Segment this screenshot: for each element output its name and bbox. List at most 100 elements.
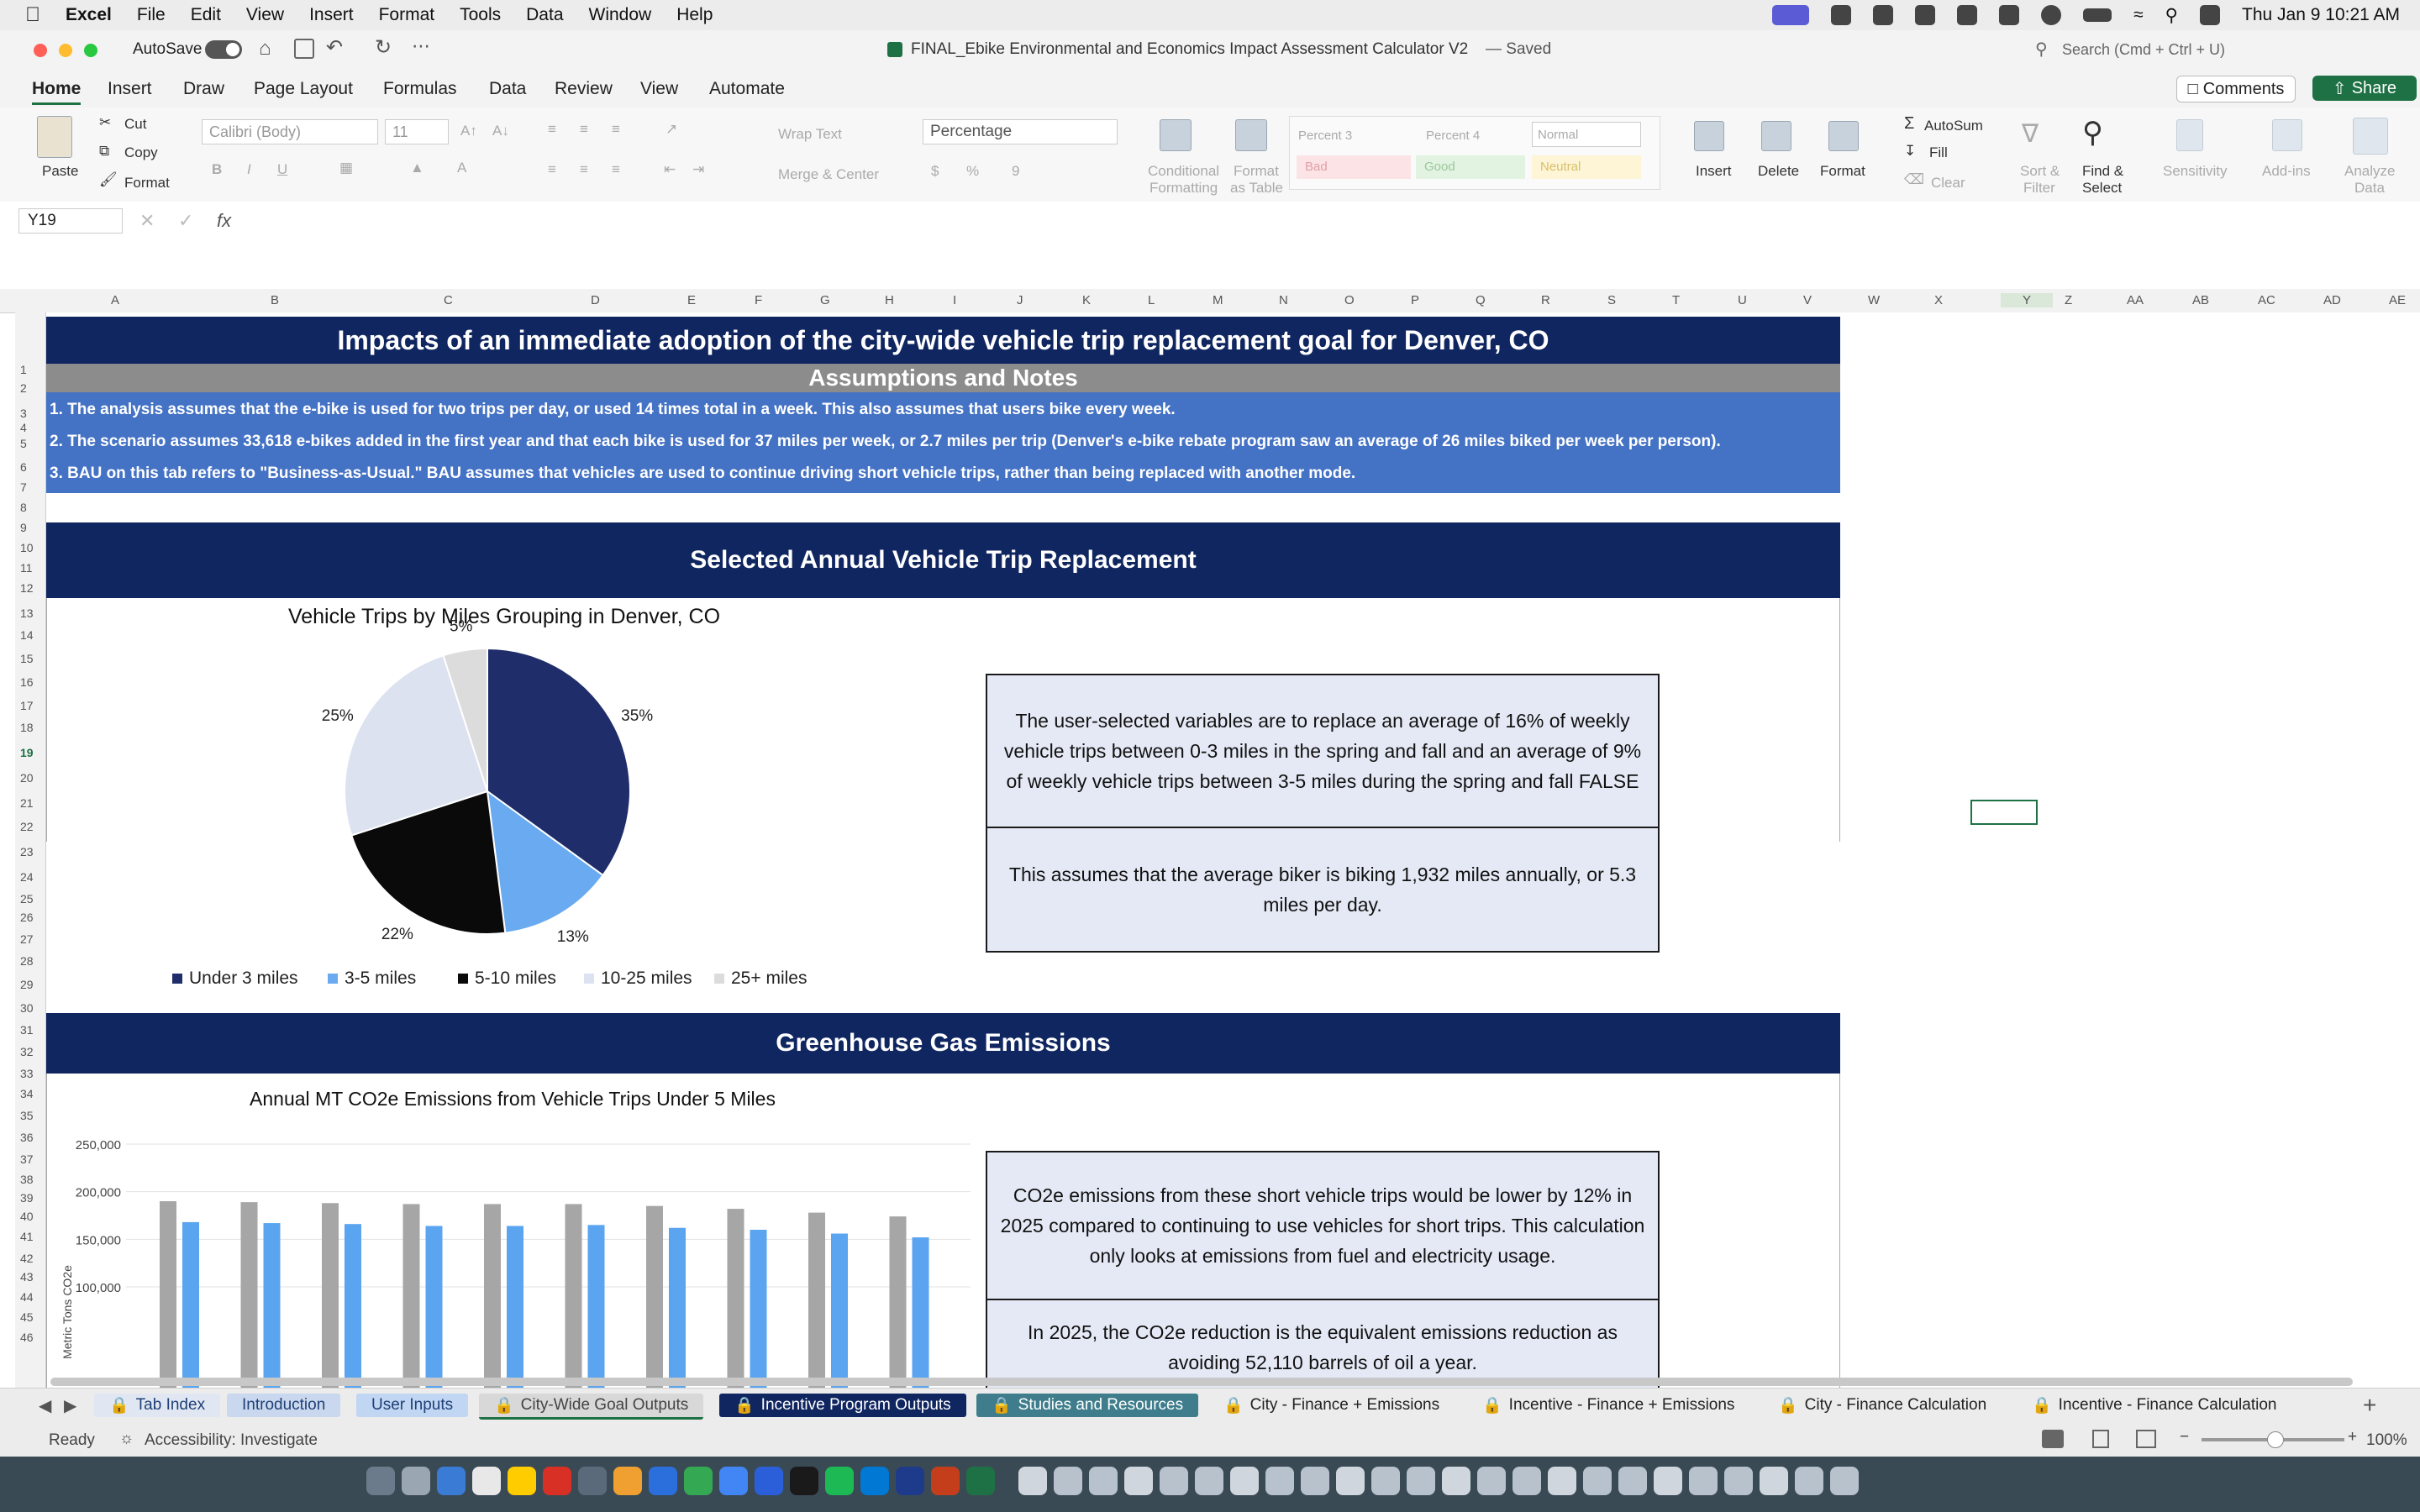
column-header[interactable]: L bbox=[1148, 293, 1155, 307]
screen-share-icon[interactable] bbox=[1772, 5, 1810, 25]
bar[interactable] bbox=[322, 1203, 339, 1388]
home-icon[interactable]: ⌂ bbox=[259, 37, 271, 60]
dock-window-thumbnail-icon[interactable] bbox=[1830, 1467, 1859, 1495]
number-format-dropdown[interactable]: Percentage bbox=[923, 119, 1118, 144]
sheet-tab-tab-index[interactable]: 🔒 Tab Index bbox=[94, 1394, 221, 1417]
paste-icon[interactable] bbox=[37, 116, 72, 158]
dock-window-thumbnail-icon[interactable] bbox=[1160, 1467, 1188, 1495]
row-header[interactable]: 5 bbox=[20, 437, 27, 450]
control-center-icon[interactable] bbox=[2200, 5, 2221, 25]
row-header[interactable]: 36 bbox=[20, 1131, 34, 1144]
row-header[interactable]: 35 bbox=[20, 1109, 34, 1122]
column-header[interactable]: J bbox=[1017, 293, 1023, 307]
legend-entry[interactable]: 3-5 miles bbox=[345, 969, 416, 988]
font-color-icon[interactable]: A bbox=[457, 160, 466, 176]
powerpoint-icon[interactable] bbox=[931, 1467, 960, 1495]
spotify-icon[interactable] bbox=[825, 1467, 854, 1495]
column-header[interactable]: AC bbox=[2258, 293, 2275, 307]
menu-help[interactable]: Help bbox=[676, 5, 713, 25]
bar[interactable] bbox=[750, 1230, 767, 1388]
bar[interactable] bbox=[889, 1216, 907, 1388]
notes-icon[interactable] bbox=[472, 1467, 501, 1495]
copy-button[interactable]: Copy bbox=[124, 144, 158, 161]
format-cells-icon[interactable] bbox=[1828, 121, 1859, 151]
format-as-table-button[interactable]: Format bbox=[1234, 163, 1279, 180]
row-header[interactable]: 21 bbox=[20, 796, 34, 810]
column-header[interactable]: Q bbox=[1476, 293, 1486, 307]
borders-icon[interactable]: ▦ bbox=[339, 160, 353, 176]
row-header[interactable]: 40 bbox=[20, 1210, 34, 1223]
column-header[interactable]: F bbox=[755, 293, 762, 307]
row-header[interactable]: 30 bbox=[20, 1001, 34, 1015]
dock-window-thumbnail-icon[interactable] bbox=[1371, 1467, 1400, 1495]
news-icon[interactable] bbox=[543, 1467, 571, 1495]
bar[interactable] bbox=[912, 1237, 929, 1388]
bold-button[interactable]: B bbox=[212, 161, 222, 178]
textbox-miles-biked[interactable]: This assumes that the average biker is b… bbox=[986, 827, 1660, 953]
row-header[interactable]: 46 bbox=[20, 1331, 34, 1344]
outdent-icon[interactable]: ⇤ bbox=[664, 161, 676, 178]
find-select-icon[interactable]: ⚲ bbox=[2082, 116, 2103, 150]
tab-formulas[interactable]: Formulas bbox=[383, 79, 457, 99]
dock-window-thumbnail-icon[interactable] bbox=[1089, 1467, 1118, 1495]
menu-extra-icon[interactable] bbox=[1957, 5, 1978, 25]
sheet-tab-incentive-program-outputs[interactable]: 🔒 Incentive Program Outputs bbox=[719, 1394, 966, 1417]
align-left-icon[interactable]: ≡ bbox=[548, 161, 556, 178]
zoom-level[interactable]: 100% bbox=[2366, 1431, 2407, 1450]
merge-center-button[interactable]: Merge & Center bbox=[778, 166, 879, 183]
textbox-co2e-reduction[interactable]: CO2e emissions from these short vehicle … bbox=[986, 1151, 1660, 1300]
legend-entry[interactable]: 25+ miles bbox=[731, 969, 807, 988]
column-header[interactable]: G bbox=[820, 293, 830, 307]
row-header[interactable]: 13 bbox=[20, 606, 34, 620]
horizontal-scrollbar[interactable] bbox=[50, 1378, 2353, 1386]
style-neutral[interactable]: Neutral bbox=[1532, 155, 1641, 179]
cancel-formula-icon[interactable]: ✕ bbox=[139, 210, 155, 232]
row-header[interactable]: 2 bbox=[20, 381, 27, 395]
normal-view-icon[interactable] bbox=[2042, 1430, 2064, 1448]
scroll-tabs-left-icon[interactable]: ◀ bbox=[39, 1395, 51, 1416]
format-painter-icon[interactable]: 🖌 bbox=[99, 171, 118, 188]
orientation-icon[interactable]: ↗ bbox=[666, 121, 677, 138]
bar[interactable] bbox=[182, 1221, 199, 1388]
tab-home[interactable]: Home bbox=[32, 79, 82, 105]
font-name-dropdown[interactable]: Calibri (Body) bbox=[202, 119, 378, 144]
menu-insert[interactable]: Insert bbox=[309, 5, 354, 25]
underline-button[interactable]: U bbox=[277, 161, 287, 178]
sheet-tab-user-inputs[interactable]: User Inputs bbox=[356, 1394, 469, 1417]
safari-icon[interactable] bbox=[437, 1467, 466, 1495]
accessibility-status[interactable]: Accessibility: Investigate bbox=[145, 1431, 318, 1450]
settings-icon[interactable] bbox=[578, 1467, 607, 1495]
column-header[interactable]: U bbox=[1738, 293, 1747, 307]
dock-window-thumbnail-icon[interactable] bbox=[1442, 1467, 1470, 1495]
analyze-data-button[interactable]: Analyze bbox=[2344, 163, 2395, 180]
dock-window-thumbnail-icon[interactable] bbox=[1407, 1467, 1435, 1495]
dock-window-thumbnail-icon[interactable] bbox=[1195, 1467, 1223, 1495]
column-header[interactable]: S bbox=[1607, 293, 1616, 307]
teams-icon[interactable] bbox=[755, 1467, 783, 1495]
menu-tools[interactable]: Tools bbox=[460, 5, 501, 25]
row-header[interactable]: 45 bbox=[20, 1310, 34, 1324]
spotlight-search-icon[interactable]: ⚲ bbox=[2165, 5, 2178, 26]
dock-window-thumbnail-icon[interactable] bbox=[1548, 1467, 1576, 1495]
conditional-formatting-button[interactable]: Conditional bbox=[1148, 163, 1219, 180]
bar[interactable] bbox=[345, 1224, 361, 1388]
row-header[interactable]: 39 bbox=[20, 1191, 34, 1205]
legend-entry[interactable]: 5-10 miles bbox=[475, 969, 556, 988]
keynote-icon[interactable] bbox=[649, 1467, 677, 1495]
formula-input[interactable] bbox=[245, 207, 2396, 235]
analyze-data-icon[interactable] bbox=[2353, 118, 2388, 155]
tab-automate[interactable]: Automate bbox=[709, 79, 785, 99]
column-header[interactable]: T bbox=[1672, 293, 1680, 307]
align-center-icon[interactable]: ≡ bbox=[580, 161, 588, 178]
share-button[interactable]: ⇧ Share bbox=[2312, 76, 2417, 101]
column-header[interactable]: N bbox=[1279, 293, 1288, 307]
bar[interactable] bbox=[565, 1204, 582, 1388]
bar[interactable] bbox=[160, 1201, 176, 1388]
row-header[interactable]: 33 bbox=[20, 1067, 34, 1080]
search-input[interactable]: Search (Cmd + Ctrl + U) bbox=[2062, 41, 2225, 59]
row-header[interactable]: 28 bbox=[20, 954, 34, 968]
sheet-tab-introduction[interactable]: Introduction bbox=[227, 1394, 341, 1417]
column-header[interactable]: M bbox=[1213, 293, 1223, 307]
row-header[interactable]: 10 bbox=[20, 541, 34, 554]
column-header[interactable]: B bbox=[271, 293, 279, 307]
